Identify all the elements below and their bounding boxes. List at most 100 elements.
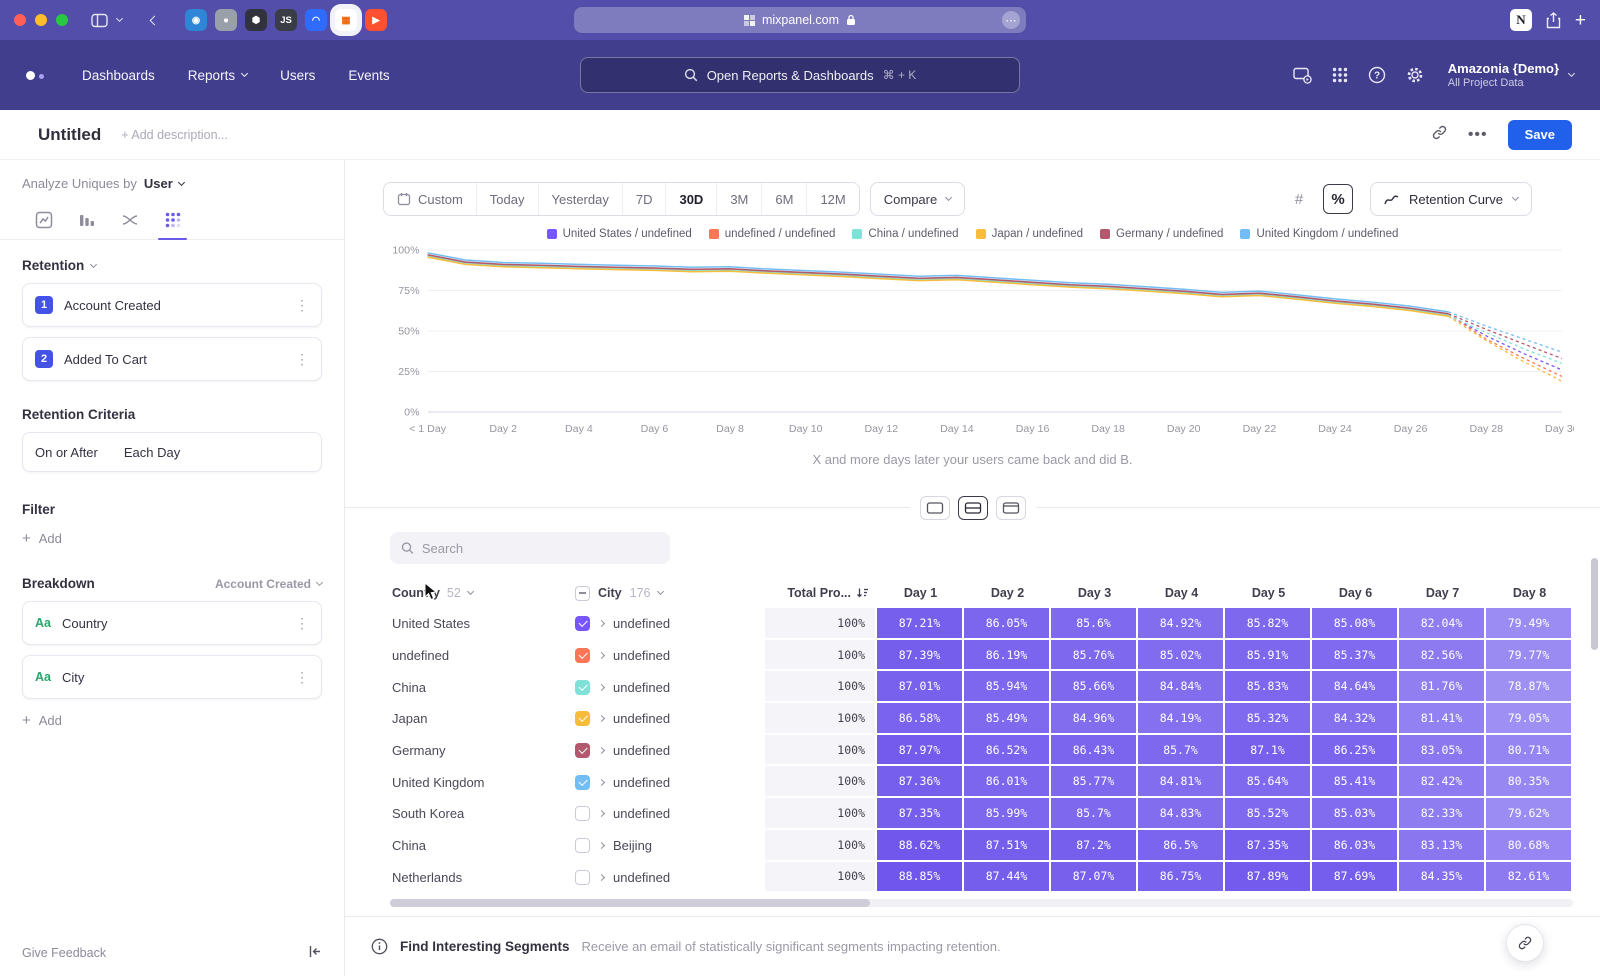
chevron-right-icon[interactable] bbox=[598, 684, 605, 691]
percentage-toggle[interactable]: % bbox=[1323, 184, 1353, 214]
chart-type-dropdown[interactable]: Retention Curve bbox=[1370, 182, 1532, 216]
save-button[interactable]: Save bbox=[1508, 120, 1572, 150]
kebab-menu-icon[interactable]: ⋮ bbox=[295, 669, 309, 686]
column-header-city[interactable]: City 176 bbox=[575, 586, 765, 601]
row-checkbox[interactable] bbox=[575, 838, 590, 853]
kebab-menu-icon[interactable]: ⋮ bbox=[295, 615, 309, 632]
add-filter-button[interactable]: + Add bbox=[22, 531, 322, 546]
row-checkbox[interactable] bbox=[575, 711, 590, 726]
chevron-down-icon[interactable] bbox=[116, 15, 123, 22]
favicon-wave[interactable]: ◠ bbox=[305, 9, 327, 31]
legend-item[interactable]: Japan / undefined bbox=[976, 228, 1083, 240]
legend-item[interactable]: Germany / undefined bbox=[1100, 228, 1223, 240]
favicon-js[interactable]: JS bbox=[275, 9, 297, 31]
favicon-cube[interactable]: ⬢ bbox=[245, 9, 267, 31]
give-feedback-link[interactable]: Give Feedback bbox=[22, 946, 106, 960]
breakdown-card-country[interactable]: Aa Country ⋮ bbox=[22, 601, 322, 645]
apps-grid-icon[interactable] bbox=[1332, 67, 1348, 83]
minimize-window-button[interactable] bbox=[35, 14, 47, 26]
more-options-icon[interactable]: ••• bbox=[1468, 126, 1488, 144]
tab-funnels[interactable] bbox=[65, 201, 108, 239]
range-7d[interactable]: 7D bbox=[622, 183, 666, 215]
absolute-numbers-toggle[interactable]: # bbox=[1284, 184, 1314, 214]
nav-item-events[interactable]: Events bbox=[348, 68, 389, 83]
range-12m[interactable]: 12M bbox=[806, 183, 858, 215]
legend-item[interactable]: China / undefined bbox=[852, 228, 958, 240]
column-header-day-4[interactable]: Day 4 bbox=[1138, 586, 1225, 600]
tab-insights[interactable] bbox=[22, 201, 65, 239]
column-header-day-7[interactable]: Day 7 bbox=[1399, 586, 1486, 600]
mixpanel-logo[interactable] bbox=[26, 71, 44, 80]
favicon-video[interactable]: ▶ bbox=[365, 9, 387, 31]
close-window-button[interactable] bbox=[14, 14, 26, 26]
chevron-right-icon[interactable] bbox=[598, 620, 605, 627]
session-replay-icon[interactable] bbox=[1293, 67, 1312, 84]
add-breakdown-button[interactable]: + Add bbox=[22, 713, 322, 728]
share-icon[interactable] bbox=[1546, 12, 1561, 29]
browser-back-button[interactable] bbox=[150, 15, 160, 25]
criteria-interval[interactable]: Each Day bbox=[124, 445, 180, 460]
range-3m[interactable]: 3M bbox=[716, 183, 761, 215]
table-search-input[interactable] bbox=[422, 541, 659, 556]
column-header-country[interactable]: Country 52 bbox=[390, 586, 575, 600]
horizontal-scrollbar-track[interactable] bbox=[390, 899, 1573, 907]
row-checkbox[interactable] bbox=[575, 616, 590, 631]
column-header-total[interactable]: Total Pro... bbox=[765, 586, 877, 600]
step-card-account-created[interactable]: 1 Account Created ⋮ bbox=[22, 283, 322, 327]
retention-curve-chart[interactable]: 0%25%50%75%100%< 1 DayDay 2Day 4Day 6Day… bbox=[375, 242, 1574, 442]
range-custom[interactable]: Custom bbox=[384, 183, 476, 215]
copy-link-icon[interactable] bbox=[1431, 124, 1448, 146]
page-scrollbar-thumb[interactable] bbox=[1591, 558, 1598, 650]
chevron-right-icon[interactable] bbox=[598, 652, 605, 659]
column-header-day-6[interactable]: Day 6 bbox=[1312, 586, 1399, 600]
compare-button[interactable]: Compare bbox=[870, 182, 965, 216]
new-tab-button[interactable]: + bbox=[1575, 11, 1586, 30]
column-header-day-5[interactable]: Day 5 bbox=[1225, 586, 1312, 600]
retention-criteria-control[interactable]: On or After Each Day bbox=[22, 432, 322, 472]
favicon-dot[interactable]: ● bbox=[215, 9, 237, 31]
retention-section-header[interactable]: Retention bbox=[22, 258, 322, 273]
chevron-right-icon[interactable] bbox=[598, 874, 605, 881]
range-30d[interactable]: 30D bbox=[665, 183, 716, 215]
step-card-added-to-cart[interactable]: 2 Added To Cart ⋮ bbox=[22, 337, 322, 381]
notion-extension-icon[interactable]: N bbox=[1510, 9, 1532, 31]
range-today[interactable]: Today bbox=[476, 183, 538, 215]
column-header-day-1[interactable]: Day 1 bbox=[877, 586, 964, 600]
tab-flows[interactable] bbox=[108, 201, 151, 239]
horizontal-scrollbar-thumb[interactable] bbox=[390, 899, 870, 907]
split-view-button[interactable] bbox=[958, 496, 988, 520]
column-header-day-3[interactable]: Day 3 bbox=[1051, 586, 1138, 600]
settings-gear-icon[interactable] bbox=[1406, 66, 1424, 84]
nav-item-reports[interactable]: Reports bbox=[188, 68, 247, 83]
select-all-checkbox[interactable] bbox=[575, 586, 590, 601]
help-icon[interactable]: ? bbox=[1368, 66, 1386, 84]
row-checkbox[interactable] bbox=[575, 870, 590, 885]
range-yesterday[interactable]: Yesterday bbox=[538, 183, 622, 215]
breakdown-scope-selector[interactable]: Account Created bbox=[215, 577, 322, 591]
row-checkbox[interactable] bbox=[575, 648, 590, 663]
extensions-badge[interactable]: ⋯ bbox=[1002, 11, 1020, 29]
chevron-right-icon[interactable] bbox=[598, 810, 605, 817]
criteria-mode[interactable]: On or After bbox=[35, 445, 98, 460]
add-description[interactable]: + Add description... bbox=[121, 128, 228, 142]
row-checkbox[interactable] bbox=[575, 743, 590, 758]
breakdown-card-city[interactable]: Aa City ⋮ bbox=[22, 655, 322, 699]
tab-retention[interactable] bbox=[151, 201, 194, 239]
chevron-right-icon[interactable] bbox=[598, 715, 605, 722]
kebab-menu-icon[interactable]: ⋮ bbox=[295, 297, 309, 314]
segments-title[interactable]: Find Interesting Segments bbox=[400, 939, 570, 954]
zoom-window-button[interactable] bbox=[56, 14, 68, 26]
global-search-button[interactable]: Open Reports & Dashboards ⌘ + K bbox=[580, 57, 1020, 93]
table-only-view-button[interactable] bbox=[996, 496, 1026, 520]
legend-item[interactable]: United States / undefined bbox=[547, 228, 692, 240]
analyze-entity-selector[interactable]: User bbox=[144, 176, 184, 191]
range-6m[interactable]: 6M bbox=[761, 183, 806, 215]
project-switcher[interactable]: Amazonia {Demo} All Project Data bbox=[1448, 61, 1574, 89]
column-header-day-8[interactable]: Day 8 bbox=[1486, 586, 1573, 600]
info-icon[interactable] bbox=[371, 938, 388, 955]
legend-item[interactable]: United Kingdom / undefined bbox=[1240, 228, 1398, 240]
nav-item-users[interactable]: Users bbox=[280, 68, 315, 83]
collapse-sidebar-icon[interactable] bbox=[308, 945, 322, 961]
row-checkbox[interactable] bbox=[575, 775, 590, 790]
browser-sidebar-toggle[interactable] bbox=[91, 13, 108, 28]
